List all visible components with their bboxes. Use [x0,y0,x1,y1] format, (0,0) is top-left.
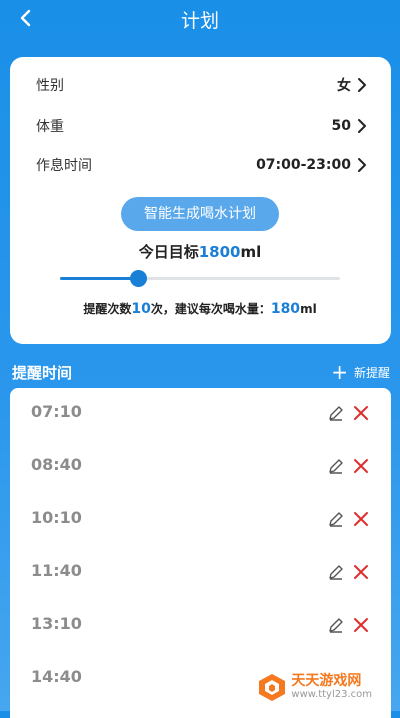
edit-icon[interactable] [327,457,345,475]
per-drink-amount: 180 [270,301,301,317]
weight-label: 体重 [36,119,64,135]
reminder-time: 07:10 [31,402,82,421]
close-icon[interactable] [352,457,370,475]
edit-icon[interactable] [327,404,345,422]
daily-goal: 今日目标1800ml [0,241,400,262]
list-item[interactable]: 13:10 [10,600,391,653]
close-icon[interactable] [352,563,370,581]
goal-prefix: 今日目标 [138,243,199,261]
list-item[interactable]: 11:40 [10,547,391,600]
settings-row-schedule[interactable]: 作息时间 07:00-23:00 [36,153,366,177]
reminder-time: 08:40 [31,455,82,474]
add-reminder-label: 新提醒 [353,365,390,380]
goal-slider-fill [60,277,139,280]
reminder-count: 10 [131,301,151,317]
schedule-label: 作息时间 [36,158,92,174]
add-reminder-button[interactable]: + 新提醒 [331,362,390,382]
settings-row-gender[interactable]: 性别 女 [36,73,366,97]
reminder-time: 13:10 [31,614,82,633]
edit-icon[interactable] [327,616,345,634]
gender-value: 女 [337,78,351,94]
watermark-logo-icon [259,674,286,701]
list-item[interactable]: 08:40 [10,441,391,494]
reminder-time: 11:40 [31,561,82,580]
top-bar: 计划 [0,0,400,38]
page-title: 计划 [180,10,219,32]
watermark-name: 天天游戏网 [291,673,362,689]
reminder-section-title: 提醒时间 [12,364,73,382]
reminder-time: 14:40 [31,667,82,686]
weight-value: 50 [331,118,351,134]
goal-amount: 1800 [198,243,241,261]
close-icon[interactable] [352,510,370,528]
gender-label: 性别 [36,78,64,94]
watermark: 天天游戏网 www.ttyl23.com [257,672,372,702]
chevron-right-icon [358,119,366,133]
count-suffix: 次，建议每次喝水量： [150,302,271,316]
reminder-summary: 提醒次数10次，建议每次喝水量：180ml [0,300,400,317]
chevron-right-icon [358,158,366,172]
schedule-value: 07:00-23:00 [256,157,351,173]
close-icon[interactable] [352,616,370,634]
generate-plan-button[interactable]: 智能生成喝水计划 [121,197,279,231]
edit-icon[interactable] [327,510,345,528]
settings-row-weight[interactable]: 体重 50 [36,114,366,138]
reminder-list: 07:10 08:40 10:10 11:40 13:10 14:40 [10,388,391,718]
goal-unit: ml [240,243,262,261]
watermark-url: www.ttyl23.com [291,689,372,700]
goal-slider-thumb[interactable] [129,270,147,287]
edit-icon[interactable] [327,563,345,581]
plus-icon: + [331,360,348,384]
amount-unit: ml [300,302,317,316]
count-prefix: 提醒次数 [83,302,132,316]
close-icon[interactable] [352,404,370,422]
chevron-right-icon [358,78,366,92]
list-item[interactable]: 07:10 [10,388,391,441]
list-item[interactable]: 10:10 [10,494,391,547]
reminder-time: 10:10 [31,508,82,527]
